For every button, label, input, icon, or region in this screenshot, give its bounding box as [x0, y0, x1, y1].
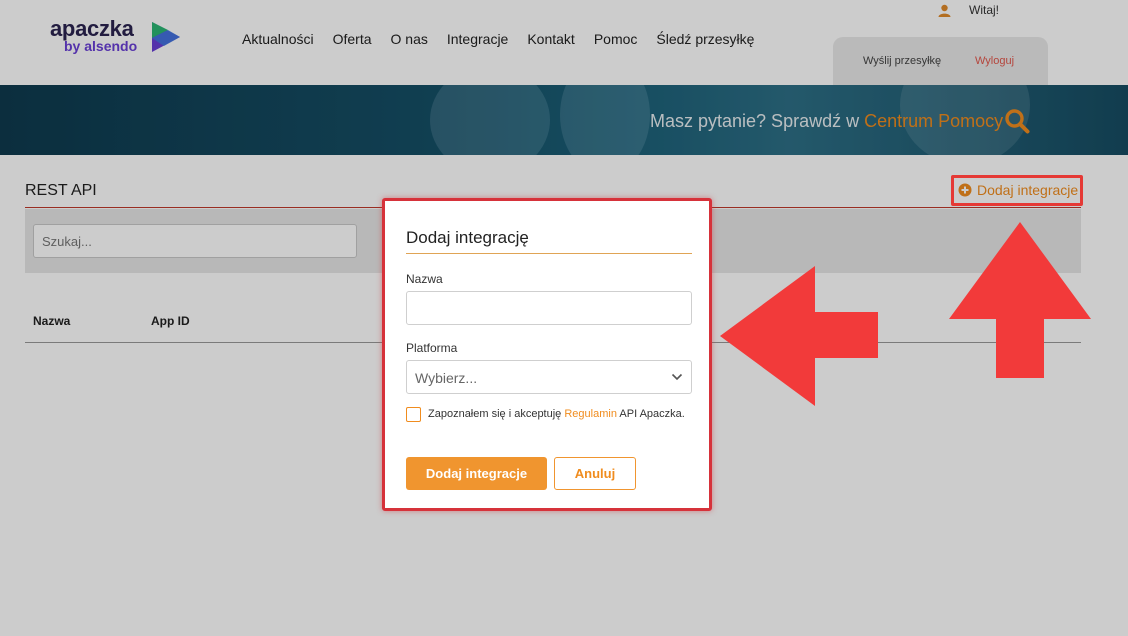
terms-suffix: API Apaczka. — [616, 408, 685, 420]
terms-prefix: Zapoznałem się i akceptuję — [428, 408, 565, 420]
platform-select[interactable]: Wybierz... — [406, 360, 692, 394]
cancel-button[interactable]: Anuluj — [554, 457, 636, 490]
add-integration-modal: Dodaj integrację Nazwa Platforma Wybierz… — [382, 198, 712, 511]
terms-link[interactable]: Regulamin — [564, 408, 617, 420]
modal-title-divider — [406, 253, 692, 254]
platform-select-value: Wybierz... — [415, 370, 478, 386]
terms-text: Zapoznałem się i akceptuję Regulamin API… — [428, 408, 685, 420]
arrow-up-icon — [949, 222, 1091, 378]
highlight-box — [951, 175, 1083, 206]
name-label: Nazwa — [406, 272, 443, 286]
arrow-left-icon — [720, 266, 878, 406]
name-field[interactable] — [406, 291, 692, 325]
platform-label: Platforma — [406, 341, 458, 355]
add-integration-button[interactable]: Dodaj integracje — [406, 457, 547, 490]
modal-title: Dodaj integrację — [406, 228, 529, 247]
chevron-down-icon — [671, 373, 683, 381]
terms-checkbox[interactable] — [406, 407, 421, 422]
